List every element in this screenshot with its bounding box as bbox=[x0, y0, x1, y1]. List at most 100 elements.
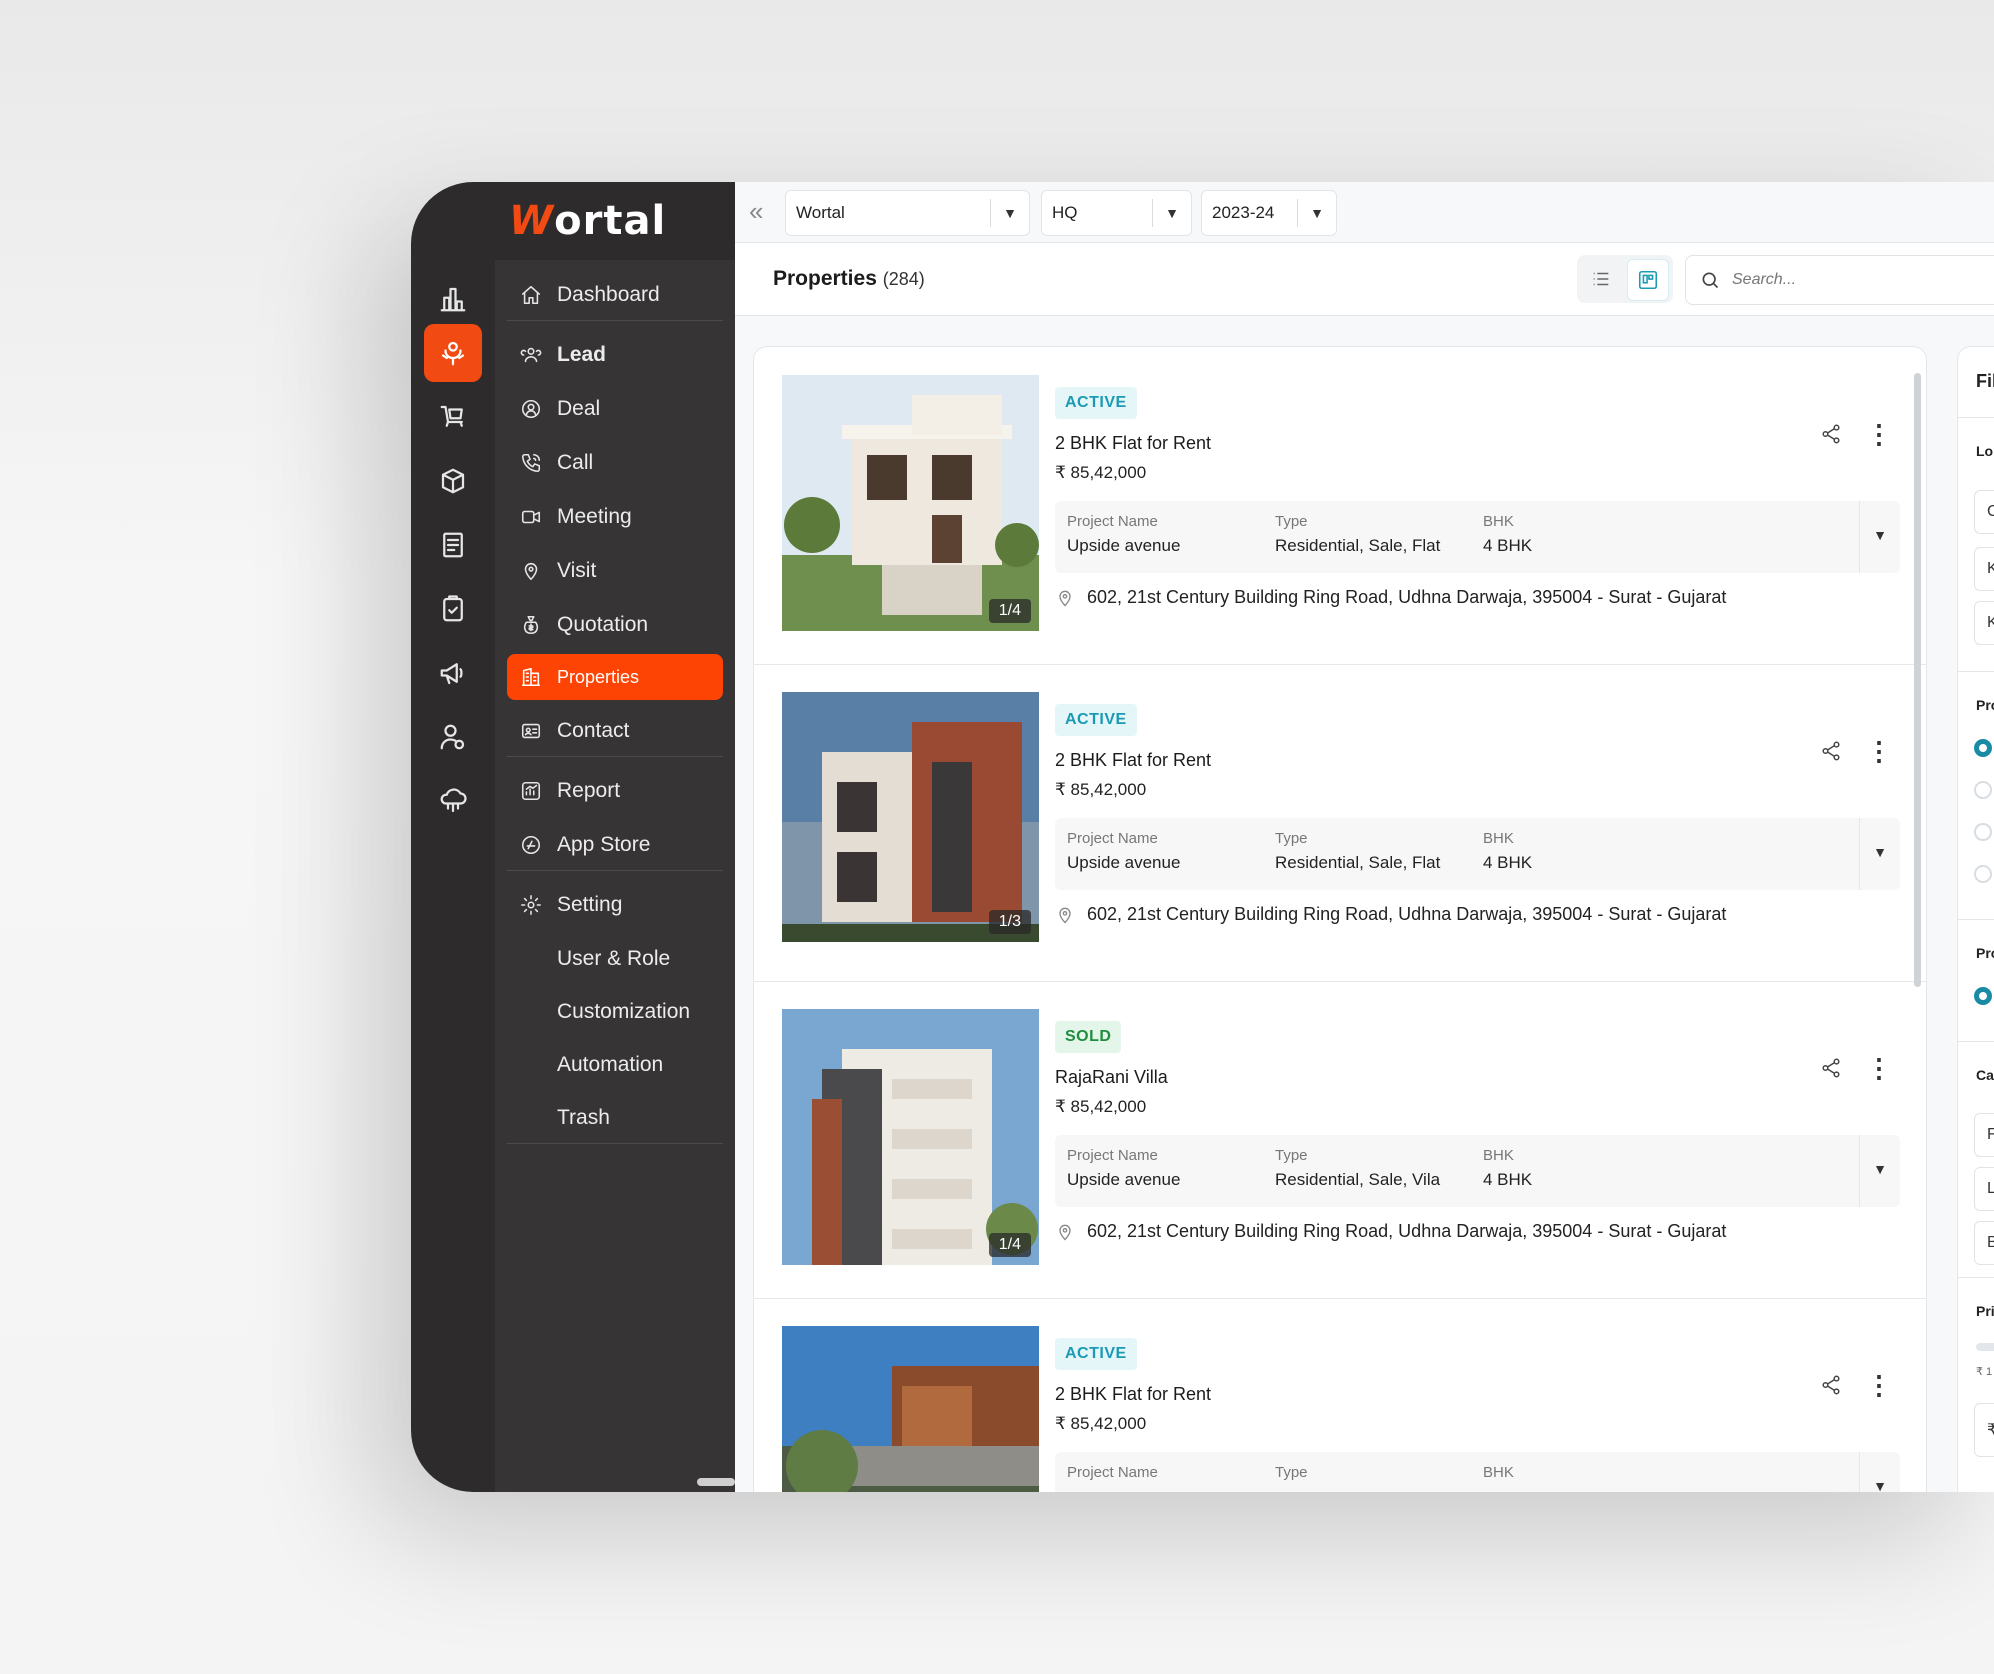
more-options-icon[interactable]: ⋮ bbox=[1866, 1055, 1892, 1085]
megaphone-icon[interactable] bbox=[424, 644, 482, 702]
property-image[interactable] bbox=[782, 1326, 1039, 1492]
clipboard-icon[interactable] bbox=[424, 580, 482, 638]
gear-icon bbox=[519, 893, 543, 917]
property-list: 1/4 ACTIVE 2 BHK Flat for Rent ₹ 85,42,0… bbox=[753, 346, 1927, 1492]
lead-icon[interactable] bbox=[424, 324, 482, 382]
user-gear-icon[interactable] bbox=[424, 708, 482, 766]
main-content: « Wortal ▼ HQ ▼ 2023-24 ▼ Properties (28… bbox=[735, 182, 1994, 1492]
house-photo bbox=[782, 375, 1039, 631]
list-scrollbar[interactable] bbox=[1914, 373, 1921, 987]
share-button[interactable] bbox=[1820, 423, 1846, 449]
property-address: 602, 21st Century Building Ring Road, Ud… bbox=[1055, 1221, 1726, 1242]
more-options-icon[interactable]: ⋮ bbox=[1866, 738, 1892, 768]
menu-app-store[interactable]: App Store bbox=[507, 822, 723, 868]
more-options-icon[interactable]: ⋮ bbox=[1866, 421, 1892, 451]
share-button[interactable] bbox=[1820, 740, 1846, 766]
property-title[interactable]: 2 BHK Flat for Rent bbox=[1055, 1384, 1211, 1405]
search-input[interactable] bbox=[1730, 270, 1974, 290]
cart-icon[interactable] bbox=[424, 388, 482, 446]
radio-option[interactable] bbox=[1974, 823, 1992, 841]
property-address: 602, 21st Century Building Ring Road, Ud… bbox=[1055, 587, 1726, 608]
property-card[interactable]: 1/4 ACTIVE 2 BHK Flat for Rent ₹ 85,42,0… bbox=[754, 347, 1926, 665]
location-option[interactable]: K bbox=[1974, 601, 1994, 645]
project-name: Upside avenue bbox=[1067, 1170, 1181, 1189]
expand-details-icon[interactable]: ▼ bbox=[1867, 527, 1893, 543]
radio-option[interactable] bbox=[1974, 865, 1992, 883]
status-badge: ACTIVE bbox=[1055, 387, 1137, 419]
menu-trash[interactable]: Trash bbox=[507, 1095, 773, 1141]
money-bag-icon bbox=[519, 613, 543, 637]
house-photo bbox=[782, 1326, 1039, 1492]
menu-lead[interactable]: Lead bbox=[507, 332, 723, 378]
menu-customization[interactable]: Customization bbox=[507, 989, 773, 1035]
menu-deal[interactable]: Deal bbox=[507, 386, 723, 432]
property-image[interactable]: 1/4 bbox=[782, 375, 1039, 631]
radio-option[interactable] bbox=[1974, 739, 1992, 757]
collapse-sidebar-icon[interactable]: « bbox=[749, 198, 777, 226]
radio-option[interactable] bbox=[1974, 781, 1992, 799]
category-option[interactable]: L bbox=[1974, 1167, 1994, 1211]
project-name: Upside avenue bbox=[1067, 536, 1181, 555]
expand-details-icon[interactable]: ▼ bbox=[1867, 1478, 1893, 1492]
logo[interactable]: Wortal bbox=[509, 198, 666, 244]
property-card[interactable]: 1/4 SOLD RajaRani Villa ₹ 85,42,000 ⋮ Pr… bbox=[754, 981, 1926, 1299]
property-details: Project Name Upside avenue Type Resident… bbox=[1055, 1135, 1900, 1207]
more-options-icon[interactable]: ⋮ bbox=[1866, 1372, 1892, 1402]
radio-option[interactable] bbox=[1974, 987, 1992, 1005]
status-badge: ACTIVE bbox=[1055, 704, 1137, 736]
property-title[interactable]: RajaRani Villa bbox=[1055, 1067, 1168, 1088]
menu-divider bbox=[507, 870, 723, 871]
branch-select[interactable]: HQ ▼ bbox=[1041, 190, 1192, 236]
view-toggle bbox=[1577, 255, 1673, 303]
property-title[interactable]: 2 BHK Flat for Rent bbox=[1055, 750, 1211, 771]
property-title[interactable]: 2 BHK Flat for Rent bbox=[1055, 433, 1211, 454]
property-image[interactable]: 1/4 bbox=[782, 1009, 1039, 1265]
menu-dashboard[interactable]: Dashboard bbox=[507, 272, 723, 318]
location-option[interactable]: K bbox=[1974, 547, 1994, 591]
app-store-icon bbox=[519, 833, 543, 857]
property-count: (284) bbox=[882, 269, 925, 289]
property-card[interactable]: 1/3 ACTIVE 2 BHK Flat for Rent ₹ 85,42,0… bbox=[754, 664, 1926, 982]
filter-price-label: Pri bbox=[1976, 1303, 1994, 1319]
brand-header: Wortal bbox=[495, 182, 735, 260]
menu-automation[interactable]: Automation bbox=[507, 1042, 773, 1088]
cloud-icon[interactable] bbox=[424, 772, 482, 830]
menu-visit[interactable]: Visit bbox=[507, 548, 723, 594]
filter-property-status-label: Pro bbox=[1976, 945, 1994, 961]
menu-quotation[interactable]: Quotation bbox=[507, 602, 723, 648]
caret-down-icon: ▼ bbox=[1310, 205, 1324, 221]
bar-chart-icon[interactable] bbox=[424, 270, 482, 328]
menu-meeting[interactable]: Meeting bbox=[507, 494, 723, 540]
menu-setting[interactable]: Setting bbox=[507, 882, 723, 928]
menu-call[interactable]: Call bbox=[507, 440, 723, 486]
share-button[interactable] bbox=[1820, 1057, 1846, 1083]
expand-details-icon[interactable]: ▼ bbox=[1867, 1161, 1893, 1177]
menu-scrollbar[interactable] bbox=[697, 1478, 735, 1486]
category-option[interactable]: F bbox=[1974, 1113, 1994, 1157]
property-type: Residential, Sale, Flat bbox=[1275, 536, 1441, 555]
property-image[interactable]: 1/3 bbox=[782, 692, 1039, 942]
category-option[interactable]: B bbox=[1974, 1221, 1994, 1265]
video-icon bbox=[519, 505, 543, 529]
property-details: Project Name Type BHK ▼ bbox=[1055, 1452, 1900, 1492]
house-photo bbox=[782, 692, 1039, 942]
year-select[interactable]: 2023-24 ▼ bbox=[1201, 190, 1337, 236]
card-view-button[interactable] bbox=[1627, 259, 1669, 301]
cube-icon[interactable] bbox=[424, 452, 482, 510]
menu-contact[interactable]: Contact bbox=[507, 708, 723, 754]
document-icon[interactable] bbox=[424, 516, 482, 574]
company-select[interactable]: Wortal ▼ bbox=[785, 190, 1030, 236]
property-card[interactable]: ACTIVE 2 BHK Flat for Rent ₹ 85,42,000 ⋮… bbox=[754, 1298, 1926, 1492]
location-input[interactable]: C bbox=[1974, 490, 1994, 534]
menu-properties[interactable]: Properties bbox=[507, 654, 723, 700]
expand-details-icon[interactable]: ▼ bbox=[1867, 844, 1893, 860]
caret-down-icon: ▼ bbox=[1165, 205, 1179, 221]
price-input[interactable]: ₹ bbox=[1974, 1403, 1994, 1457]
share-button[interactable] bbox=[1820, 1374, 1846, 1400]
property-details: Project Name Upside avenue Type Resident… bbox=[1055, 501, 1900, 573]
menu-report[interactable]: Report bbox=[507, 768, 723, 814]
list-view-button[interactable] bbox=[1581, 259, 1621, 299]
menu-user-role[interactable]: User & Role bbox=[507, 936, 773, 982]
page-title: Properties (284) bbox=[773, 267, 925, 290]
price-range-slider[interactable] bbox=[1976, 1343, 1994, 1351]
